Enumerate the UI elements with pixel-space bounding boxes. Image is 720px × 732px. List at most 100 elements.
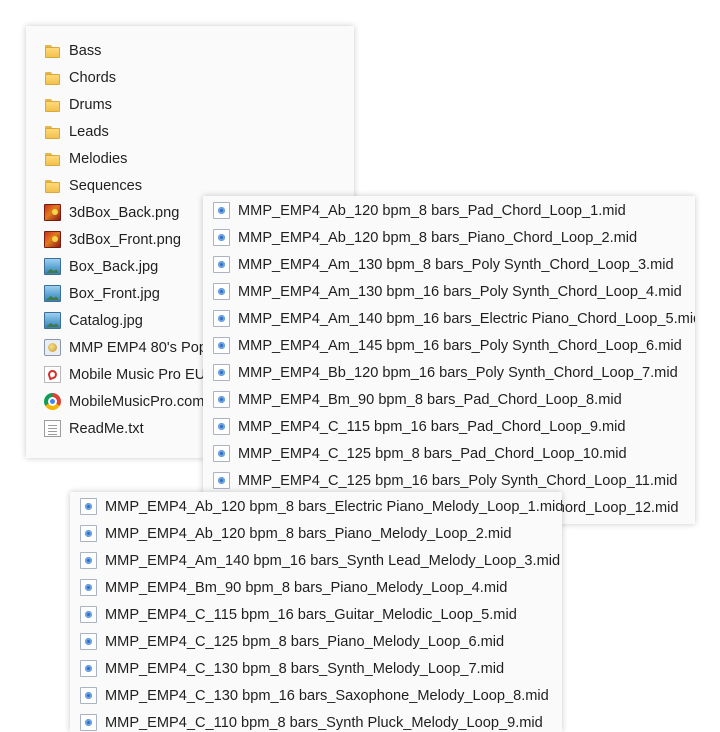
midi-file-item[interactable]: MMP_EMP4_Am_130 bpm_16 bars_Poly Synth_C… (203, 278, 695, 305)
midi-file-icon (80, 579, 97, 596)
midi-file-icon (80, 714, 97, 731)
midi-file-item[interactable]: MMP_EMP4_Bb_120 bpm_16 bars_Poly Synth_C… (203, 359, 695, 386)
midi-file-item[interactable]: MMP_EMP4_C_115 bpm_16 bars_Pad_Chord_Loo… (203, 413, 695, 440)
pdf-document-icon (44, 366, 61, 383)
folder-item[interactable]: Melodies (26, 145, 354, 172)
midi-file-icon (213, 472, 230, 489)
chrome-shortcut-icon (44, 393, 61, 410)
file-name-label: Box_Back.jpg (69, 258, 159, 275)
midi-file-icon (213, 391, 230, 408)
melodies-file-list: MMP_EMP4_Ab_120 bpm_8 bars_Electric Pian… (70, 493, 562, 732)
midi-file-item[interactable]: MMP_EMP4_Am_140 bpm_16 bars_Synth Lead_M… (70, 547, 562, 574)
midi-file-item[interactable]: MMP_EMP4_Bm_90 bpm_8 bars_Piano_Melody_L… (70, 574, 562, 601)
folder-icon (44, 42, 61, 59)
file-name-label: Catalog.jpg (69, 312, 143, 329)
midi-file-item[interactable]: MMP_EMP4_C_110 bpm_8 bars_Synth Pluck_Me… (70, 709, 562, 732)
chords-folder-window: MMP_EMP4_Ab_120 bpm_8 bars_Pad_Chord_Loo… (203, 196, 695, 524)
midi-file-icon (213, 229, 230, 246)
folder-item[interactable]: Drums (26, 91, 354, 118)
file-name-label: MMP_EMP4_Ab_120 bpm_8 bars_Electric Pian… (105, 498, 562, 515)
midi-file-item[interactable]: MMP_EMP4_Ab_120 bpm_8 bars_Piano_Chord_L… (203, 224, 695, 251)
midi-file-icon (213, 364, 230, 381)
folder-item[interactable]: Chords (26, 64, 354, 91)
folder-icon (44, 96, 61, 113)
file-name-label: MMP_EMP4_C_125 bpm_8 bars_Pad_Chord_Loop… (238, 445, 627, 462)
file-name-label: ReadMe.txt (69, 420, 144, 437)
midi-file-icon (80, 498, 97, 515)
file-name-label: MMP_EMP4_C_115 bpm_16 bars_Pad_Chord_Loo… (238, 418, 626, 435)
folder-item[interactable]: Leads (26, 118, 354, 145)
file-name-label: MMP_EMP4_Ab_120 bpm_8 bars_Piano_Chord_L… (238, 229, 638, 246)
midi-file-item[interactable]: MMP_EMP4_Bm_90 bpm_8 bars_Pad_Chord_Loop… (203, 386, 695, 413)
file-name-label: MMP EMP4 80's Pop (69, 339, 207, 356)
file-name-label: MMP_EMP4_Am_140 bpm_16 bars_Synth Lead_M… (105, 552, 561, 569)
file-name-label: MMP_EMP4_Bm_90 bpm_8 bars_Piano_Melody_L… (105, 579, 508, 596)
file-name-label: MMP_EMP4_C_115 bpm_16 bars_Guitar_Melodi… (105, 606, 517, 623)
file-name-label: Chords (69, 69, 117, 86)
file-name-label: Leads (69, 123, 109, 140)
file-name-label: MMP_EMP4_C_130 bpm_8 bars_Synth_Melody_L… (105, 660, 505, 677)
file-name-label: Box_Front.jpg (69, 285, 160, 302)
midi-file-item[interactable]: MMP_EMP4_C_115 bpm_16 bars_Guitar_Melodi… (70, 601, 562, 628)
midi-file-icon (80, 633, 97, 650)
folder-item[interactable]: Bass (26, 37, 354, 64)
melodies-folder-window: MMP_EMP4_Ab_120 bpm_8 bars_Electric Pian… (70, 492, 562, 732)
midi-file-icon (213, 337, 230, 354)
application-icon (44, 339, 61, 356)
folder-icon (44, 69, 61, 86)
file-name-label: Sequences (69, 177, 143, 194)
file-name-label: MMP_EMP4_Bb_120 bpm_16 bars_Poly Synth_C… (238, 364, 678, 381)
file-name-label: MMP_EMP4_C_110 bpm_8 bars_Synth Pluck_Me… (105, 714, 543, 731)
midi-file-icon (80, 606, 97, 623)
file-name-label: MMP_EMP4_C_125 bpm_16 bars_Poly Synth_Ch… (238, 472, 678, 489)
file-name-label: MMP_EMP4_Ab_120 bpm_8 bars_Pad_Chord_Loo… (238, 202, 626, 219)
midi-file-icon (213, 202, 230, 219)
midi-file-icon (213, 310, 230, 327)
file-name-label: MobileMusicPro.com (69, 393, 205, 410)
file-name-label: MMP_EMP4_Am_145 bpm_16 bars_Poly Synth_C… (238, 337, 682, 354)
midi-file-item[interactable]: MMP_EMP4_C_125 bpm_8 bars_Piano_Melody_L… (70, 628, 562, 655)
png-image-icon (44, 204, 61, 221)
file-name-label: MMP_EMP4_Bm_90 bpm_8 bars_Pad_Chord_Loop… (238, 391, 622, 408)
midi-file-icon (80, 660, 97, 677)
midi-file-item[interactable]: MMP_EMP4_Ab_120 bpm_8 bars_Pad_Chord_Loo… (203, 197, 695, 224)
file-name-label: Mobile Music Pro EU (69, 366, 206, 383)
folder-icon (44, 123, 61, 140)
file-name-label: 3dBox_Front.png (69, 231, 181, 248)
midi-file-icon (213, 256, 230, 273)
midi-file-icon (213, 445, 230, 462)
chords-file-list: MMP_EMP4_Ab_120 bpm_8 bars_Pad_Chord_Loo… (203, 197, 695, 521)
midi-file-icon (80, 552, 97, 569)
midi-file-icon (213, 283, 230, 300)
file-name-label: MMP_EMP4_Am_140 bpm_16 bars_Electric Pia… (238, 310, 695, 327)
midi-file-item[interactable]: MMP_EMP4_Ab_120 bpm_8 bars_Electric Pian… (70, 493, 562, 520)
jpg-image-icon (44, 285, 61, 302)
file-name-label: MMP_EMP4_C_125 bpm_8 bars_Piano_Melody_L… (105, 633, 505, 650)
midi-file-item[interactable]: MMP_EMP4_C_125 bpm_8 bars_Pad_Chord_Loop… (203, 440, 695, 467)
midi-file-icon (213, 418, 230, 435)
file-name-label: Drums (69, 96, 112, 113)
midi-file-item[interactable]: MMP_EMP4_Ab_120 bpm_8 bars_Piano_Melody_… (70, 520, 562, 547)
midi-file-item[interactable]: MMP_EMP4_C_125 bpm_16 bars_Poly Synth_Ch… (203, 467, 695, 494)
jpg-image-icon (44, 312, 61, 329)
text-file-icon (44, 420, 61, 437)
file-name-label: Melodies (69, 150, 128, 167)
file-name-label: MMP_EMP4_C_130 bpm_16 bars_Saxophone_Mel… (105, 687, 549, 704)
file-name-label: MMP_EMP4_Ab_120 bpm_8 bars_Piano_Melody_… (105, 525, 512, 542)
file-name-label: MMP_EMP4_Am_130 bpm_8 bars_Poly Synth_Ch… (238, 256, 674, 273)
midi-file-item[interactable]: MMP_EMP4_Am_130 bpm_8 bars_Poly Synth_Ch… (203, 251, 695, 278)
file-name-label: 3dBox_Back.png (69, 204, 180, 221)
midi-file-item[interactable]: MMP_EMP4_C_130 bpm_16 bars_Saxophone_Mel… (70, 682, 562, 709)
folder-icon (44, 150, 61, 167)
midi-file-item[interactable]: MMP_EMP4_Am_140 bpm_16 bars_Electric Pia… (203, 305, 695, 332)
midi-file-icon (80, 525, 97, 542)
midi-file-icon (80, 687, 97, 704)
folder-item[interactable]: Sequences (26, 172, 354, 199)
folder-icon (44, 177, 61, 194)
file-name-label: Bass (69, 42, 102, 59)
png-image-icon (44, 231, 61, 248)
midi-file-item[interactable]: MMP_EMP4_C_130 bpm_8 bars_Synth_Melody_L… (70, 655, 562, 682)
midi-file-item[interactable]: MMP_EMP4_Am_145 bpm_16 bars_Poly Synth_C… (203, 332, 695, 359)
file-name-label: MMP_EMP4_Am_130 bpm_16 bars_Poly Synth_C… (238, 283, 682, 300)
jpg-image-icon (44, 258, 61, 275)
